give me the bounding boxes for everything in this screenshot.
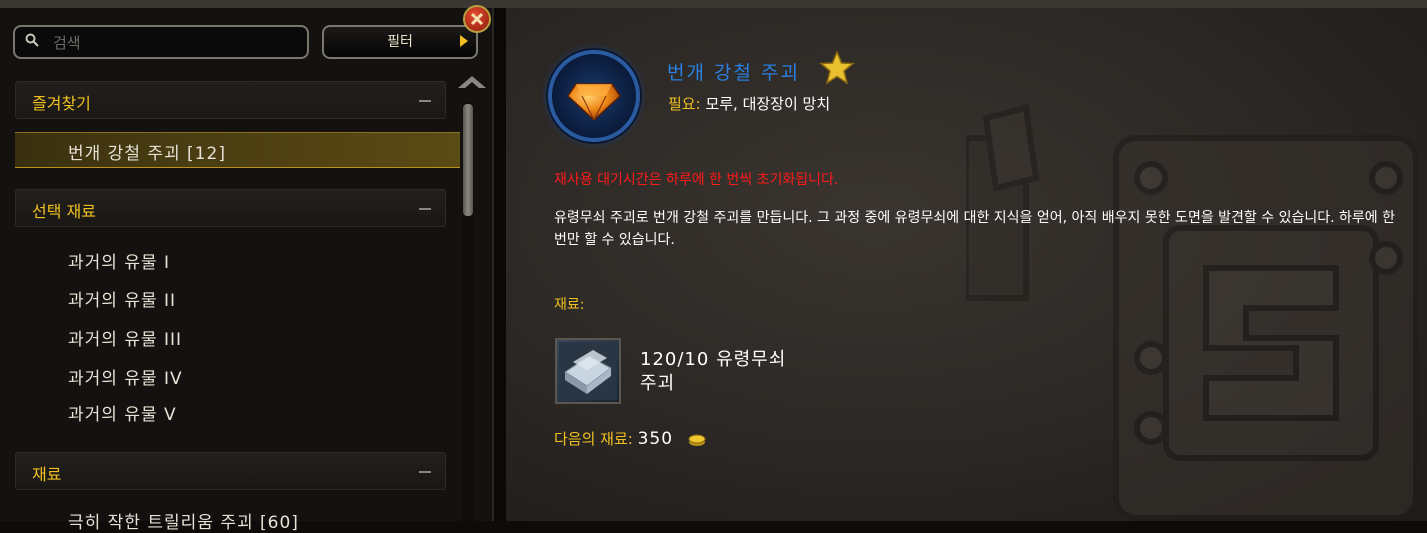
recipe-item[interactable]: 과거의 유물 IV	[68, 364, 183, 389]
filter-button[interactable]: 필터	[322, 25, 478, 59]
required-tools-value: 모루, 대장장이 망치	[705, 95, 831, 113]
recipe-title: 번개 강철 주괴	[667, 62, 800, 84]
scrollbar-thumb[interactable]	[463, 104, 473, 216]
search-icon	[25, 33, 39, 47]
recipe-list-panel: 필터 즐겨찾기 번개 강철 주괴 [12] 선택 재료 과거의 유물 I 과거의…	[0, 8, 494, 533]
search-input[interactable]	[51, 31, 305, 55]
section-header-favorites[interactable]: 즐겨찾기	[15, 81, 446, 119]
collapse-icon[interactable]	[419, 471, 431, 473]
next-materials: 다음의 재료: 350	[554, 428, 706, 449]
recipe-item[interactable]: 과거의 유물 III	[68, 325, 182, 350]
next-materials-value: 350	[637, 429, 674, 449]
favorite-star-icon[interactable]	[819, 51, 855, 85]
anvil-background-art	[966, 104, 1419, 521]
recipe-item[interactable]: 과거의 유물 I	[68, 248, 170, 273]
recipe-detail-panel: 번개 강철 주괴 필요: 모루, 대장장이 망치 재사용 대기시간은 하루에 한…	[506, 8, 1427, 521]
chevron-right-icon	[460, 35, 468, 47]
section-header-optional-materials[interactable]: 선택 재료	[15, 189, 446, 227]
recipe-item[interactable]: 번개 강철 주괴 [12]	[68, 139, 226, 164]
section-header-materials[interactable]: 재료	[15, 452, 446, 490]
section-title: 재료	[32, 465, 62, 484]
collapse-icon[interactable]	[419, 208, 431, 210]
collapse-icon[interactable]	[419, 100, 431, 102]
gold-coin-icon	[688, 434, 706, 446]
panel-divider	[494, 8, 506, 521]
cooldown-text: 재사용 대기시간은 하루에 한 번씩 초기화됩니다.	[554, 172, 839, 188]
material-name-line2: 주괴	[640, 373, 676, 394]
recipe-item[interactable]: 과거의 유물 V	[68, 400, 177, 425]
close-icon	[470, 12, 484, 26]
filter-button-label: 필터	[387, 34, 413, 50]
orange-gem-icon[interactable]	[548, 50, 640, 142]
close-button[interactable]	[463, 5, 491, 33]
materials-label: 재료:	[554, 297, 585, 313]
next-materials-label: 다음의 재료:	[554, 430, 633, 448]
material-count: 120/10	[640, 349, 710, 370]
required-tools-label: 필요:	[668, 95, 701, 113]
material-name: 유령무쇠	[716, 349, 787, 370]
recipe-description: 유령무쇠 주괴로 번개 강철 주괴를 만듭니다. 그 과정 중에 유령무쇠에 대…	[554, 210, 1395, 248]
section-title: 즐겨찾기	[32, 94, 91, 113]
scroll-up-arrow-inner	[464, 82, 480, 89]
recipe-item[interactable]: 과거의 유물 II	[68, 286, 176, 311]
window-top-frame	[0, 0, 1427, 8]
material-text: 120/10 유령무쇠 주괴	[640, 348, 786, 396]
ghost-iron-bar-icon[interactable]	[555, 338, 621, 404]
search-box[interactable]	[13, 25, 309, 59]
section-title: 선택 재료	[32, 202, 96, 221]
required-tools: 필요: 모루, 대장장이 망치	[668, 93, 830, 114]
